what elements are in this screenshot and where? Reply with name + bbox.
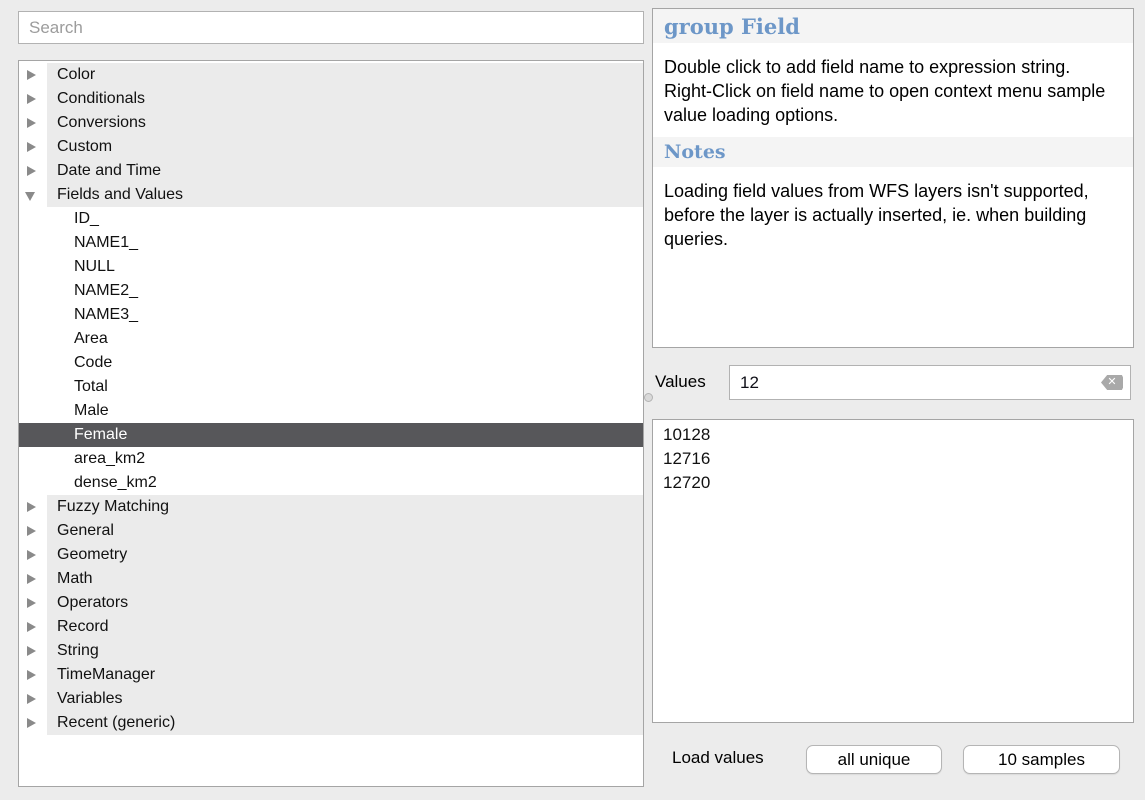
help-description: Double click to add field name to expres… bbox=[664, 55, 1119, 127]
notes-title: Notes bbox=[653, 137, 1133, 167]
expand-arrow-icon[interactable] bbox=[27, 526, 36, 536]
collapse-arrow-icon[interactable] bbox=[25, 192, 35, 201]
tree-item-fuzzy-matching[interactable]: Fuzzy Matching bbox=[19, 495, 643, 519]
tree-item-id[interactable]: ID_ bbox=[19, 207, 643, 231]
tree-item-name1[interactable]: NAME1_ bbox=[19, 231, 643, 255]
tree-item-custom[interactable]: Custom bbox=[19, 135, 643, 159]
expand-arrow-icon[interactable] bbox=[27, 646, 36, 656]
tree-item-fields-and-values[interactable]: Fields and Values bbox=[19, 183, 643, 207]
tree-item-record[interactable]: Record bbox=[19, 615, 643, 639]
help-title: group Field bbox=[653, 9, 1133, 43]
all-unique-button[interactable]: all unique bbox=[806, 745, 942, 774]
tree-item-date-and-time[interactable]: Date and Time bbox=[19, 159, 643, 183]
values-label: Values bbox=[655, 372, 706, 392]
tree-item-color[interactable]: Color bbox=[19, 63, 643, 87]
tree-item-math[interactable]: Math bbox=[19, 567, 643, 591]
tree-item-area-km2[interactable]: area_km2 bbox=[19, 447, 643, 471]
expand-arrow-icon[interactable] bbox=[27, 670, 36, 680]
tree-item-code[interactable]: Code bbox=[19, 351, 643, 375]
expand-arrow-icon[interactable] bbox=[27, 718, 36, 728]
tree-item-label: General bbox=[47, 519, 643, 543]
tree-item-label: Fields and Values bbox=[47, 183, 643, 207]
values-input-wrap: ✕ bbox=[729, 365, 1131, 400]
expand-arrow-icon[interactable] bbox=[27, 598, 36, 608]
search-input[interactable] bbox=[18, 11, 644, 44]
tree-item-area[interactable]: Area bbox=[19, 327, 643, 351]
tree-item-label: TimeManager bbox=[47, 663, 643, 687]
tree-item-recent-generic[interactable]: Recent (generic) bbox=[19, 711, 643, 735]
tree-item-female-selected[interactable]: Female bbox=[19, 423, 643, 447]
values-list[interactable]: 101281271612720 bbox=[652, 419, 1134, 723]
tree-item-label: Geometry bbox=[47, 543, 643, 567]
expand-arrow-icon[interactable] bbox=[27, 166, 36, 176]
notes-text: Loading field values from WFS layers isn… bbox=[664, 179, 1119, 251]
tree-item-male[interactable]: Male bbox=[19, 399, 643, 423]
tree-item-label: Date and Time bbox=[47, 159, 643, 183]
expand-arrow-icon[interactable] bbox=[27, 574, 36, 584]
value-list-item[interactable]: 12720 bbox=[663, 471, 1133, 495]
expand-arrow-icon[interactable] bbox=[27, 550, 36, 560]
tree-item-dense-km2[interactable]: dense_km2 bbox=[19, 471, 643, 495]
expand-arrow-icon[interactable] bbox=[27, 118, 36, 128]
splitter-handle[interactable] bbox=[644, 393, 653, 402]
tree-item-geometry[interactable]: Geometry bbox=[19, 543, 643, 567]
tree-item-label: Math bbox=[47, 567, 643, 591]
help-panel: group Field Double click to add field na… bbox=[652, 8, 1134, 348]
load-values-label: Load values bbox=[672, 748, 764, 768]
function-tree[interactable]: ColorConditionalsConversionsCustomDate a… bbox=[18, 60, 644, 787]
samples-button[interactable]: 10 samples bbox=[963, 745, 1120, 774]
tree-item-label: String bbox=[47, 639, 643, 663]
tree-item-name3[interactable]: NAME3_ bbox=[19, 303, 643, 327]
tree-item-label: Operators bbox=[47, 591, 643, 615]
expand-arrow-icon[interactable] bbox=[27, 94, 36, 104]
expand-arrow-icon[interactable] bbox=[27, 622, 36, 632]
tree-item-label: Record bbox=[47, 615, 643, 639]
tree-item-label: Conversions bbox=[47, 111, 643, 135]
tree-item-label: Recent (generic) bbox=[47, 711, 643, 735]
value-list-item[interactable]: 12716 bbox=[663, 447, 1133, 471]
tree-item-general[interactable]: General bbox=[19, 519, 643, 543]
value-list-item[interactable]: 10128 bbox=[663, 423, 1133, 447]
tree-item-variables[interactable]: Variables bbox=[19, 687, 643, 711]
tree-item-label: Custom bbox=[47, 135, 643, 159]
tree-item-total[interactable]: Total bbox=[19, 375, 643, 399]
tree-item-label: Color bbox=[47, 63, 643, 87]
tree-item-timemanager[interactable]: TimeManager bbox=[19, 663, 643, 687]
tree-item-label: Fuzzy Matching bbox=[47, 495, 643, 519]
tree-item-name2[interactable]: NAME2_ bbox=[19, 279, 643, 303]
values-filter-input[interactable] bbox=[729, 365, 1131, 400]
expand-arrow-icon[interactable] bbox=[27, 694, 36, 704]
tree-item-conversions[interactable]: Conversions bbox=[19, 111, 643, 135]
tree-item-conditionals[interactable]: Conditionals bbox=[19, 87, 643, 111]
tree-item-string[interactable]: String bbox=[19, 639, 643, 663]
tree-item-operators[interactable]: Operators bbox=[19, 591, 643, 615]
tree-item-null[interactable]: NULL bbox=[19, 255, 643, 279]
expand-arrow-icon[interactable] bbox=[27, 502, 36, 512]
expand-arrow-icon[interactable] bbox=[27, 142, 36, 152]
tree-item-label: Conditionals bbox=[47, 87, 643, 111]
tree-item-label: Variables bbox=[47, 687, 643, 711]
expand-arrow-icon[interactable] bbox=[27, 70, 36, 80]
